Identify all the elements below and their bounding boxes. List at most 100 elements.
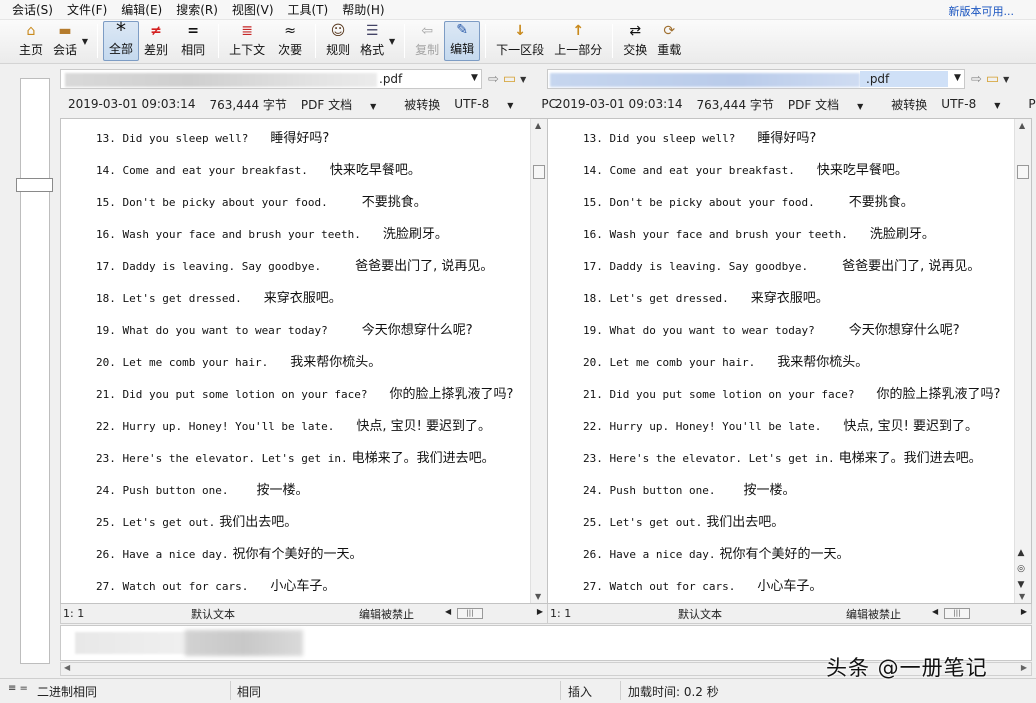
- reload-icon: ⟳: [663, 23, 676, 39]
- text-line: 26. Have a nice day. 祝你有个美好的一天。: [96, 547, 363, 562]
- right-state: 被转换: [891, 97, 928, 112]
- scroll-right-icon[interactable]: ▶: [537, 607, 543, 616]
- scroll-down-icon[interactable]: ▼: [1019, 592, 1025, 601]
- right-pane-status: 1: 1 默认文本 编辑被禁止 ◀ ||| ▶: [547, 604, 1032, 624]
- scroll-thumb[interactable]: |||: [944, 607, 970, 619]
- menu-view[interactable]: 视图(V): [232, 1, 274, 18]
- chevron-down-icon: ▼: [994, 101, 1001, 110]
- prev-section-button[interactable]: ↑ 上一部分: [549, 21, 607, 61]
- context-icon: ≣: [241, 23, 253, 39]
- open-folder-icon[interactable]: ▭: [986, 71, 999, 87]
- chevron-down-icon[interactable]: ▼: [82, 37, 88, 46]
- chevron-down-icon[interactable]: ▼: [389, 37, 395, 46]
- scroll-thumb[interactable]: [533, 165, 545, 179]
- text-line: 16. Wash your face and brush your teeth.…: [583, 227, 935, 242]
- left-state: 被转换: [404, 97, 441, 112]
- right-horizontal-scrollbar[interactable]: ◀ ||| ▶: [930, 607, 1031, 621]
- menu-search[interactable]: 搜索(R): [176, 1, 218, 18]
- current-diff-icon[interactable]: ◎: [1014, 561, 1028, 577]
- right-text-view[interactable]: 27. Watch out for cars. 小心车子。 26. Have a n…: [547, 118, 1032, 604]
- menu-session[interactable]: 会话(S): [12, 1, 53, 18]
- chevron-down-icon[interactable]: ▼: [954, 73, 961, 83]
- overview-strip: [0, 64, 60, 680]
- left-path-field[interactable]: .pdf ▼: [60, 69, 482, 89]
- scroll-right-icon[interactable]: ▶: [1021, 607, 1027, 616]
- new-version-link[interactable]: 新版本可用...: [949, 3, 1015, 19]
- left-pane: .pdf ▼ ⇨ ▭ ▼ 2019-03-01 09:03:14 763,444…: [60, 64, 557, 624]
- chevron-down-icon: ▼: [507, 101, 514, 110]
- right-file-info: 2019-03-01 09:03:14 763,444 字节 PDF 文档 ▼ 被…: [547, 94, 1036, 114]
- format-icon: ☰: [365, 23, 379, 39]
- briefcase-icon: ▬: [58, 23, 72, 39]
- show-same-button[interactable]: = 相同: [173, 21, 213, 61]
- swap-button[interactable]: ⇄ 交换: [618, 21, 652, 61]
- text-line: 15. Don't be picky about your food. 不要挑食。: [583, 195, 914, 210]
- approx-icon: ≈: [284, 23, 296, 39]
- right-lineend[interactable]: PC: [1028, 97, 1036, 111]
- text-line: 24. Push button one. 按一楼。: [583, 483, 796, 498]
- text-line: 20. Let me comb your hair. 我来帮你梳头。: [583, 355, 869, 370]
- open-folder-icon[interactable]: ▭: [503, 71, 516, 87]
- scroll-left-icon[interactable]: ◀: [64, 663, 70, 672]
- prev-diff-icon[interactable]: ▼: [1014, 577, 1028, 593]
- next-section-button[interactable]: ↓ 下一区段: [491, 21, 549, 61]
- scroll-thumb[interactable]: |||: [457, 607, 483, 619]
- status-loadtime: 加载时间: 0.2 秒: [628, 685, 719, 699]
- scroll-thumb[interactable]: [1017, 165, 1029, 179]
- left-horizontal-scrollbar[interactable]: ◀ ||| ▶: [443, 607, 547, 621]
- left-text-view[interactable]: 27. Watch out for cars. 小心车子。 26. Have a n…: [60, 118, 548, 604]
- chevron-down-icon[interactable]: ▼: [1003, 75, 1009, 84]
- history-arrow-icon[interactable]: ⇨: [488, 72, 499, 87]
- status-same: 相同: [237, 685, 262, 699]
- right-encoding[interactable]: UTF-8 ▼: [941, 97, 1014, 111]
- rules-button[interactable]: ☺ 规则: [321, 21, 355, 61]
- edit-button[interactable]: ✎ 编辑: [444, 21, 481, 61]
- chevron-down-icon[interactable]: ▼: [471, 73, 478, 83]
- text-line: 27. Watch out for cars. 小心车子。: [583, 579, 823, 594]
- format-button[interactable]: ☰ 格式 ▼: [355, 21, 395, 61]
- home-button[interactable]: ⌂ 主页: [14, 21, 48, 61]
- show-all-button[interactable]: * 全部: [103, 20, 140, 61]
- left-pane-status: 1: 1 默认文本 编辑被禁止 ◀ ||| ▶: [60, 604, 548, 624]
- session-button[interactable]: ▬ 会话 ▼: [48, 21, 88, 61]
- right-date: 2019-03-01 09:03:14: [555, 97, 683, 111]
- scroll-left-icon[interactable]: ◀: [932, 607, 938, 616]
- copy-button[interactable]: ⇦ 复制: [410, 21, 444, 61]
- right-vertical-scrollbar[interactable]: ▲ ▼: [1014, 119, 1031, 603]
- text-line: 26. Have a nice day. 祝你有个美好的一天。: [583, 547, 850, 562]
- left-vertical-scrollbar[interactable]: ▲ ▼: [530, 119, 547, 603]
- not-equal-icon: ≠: [150, 23, 162, 39]
- show-diff-button[interactable]: ≠ 差别: [139, 21, 173, 61]
- next-diff-icon[interactable]: ▲: [1014, 545, 1028, 561]
- overview-thumb[interactable]: [16, 178, 53, 192]
- overview-map[interactable]: [20, 78, 50, 664]
- left-size: 763,444 字节: [209, 97, 287, 112]
- right-path-field[interactable]: .pdf ▼: [547, 69, 965, 89]
- scroll-right-icon[interactable]: ▶: [1021, 663, 1027, 672]
- menu-file[interactable]: 文件(F): [67, 1, 107, 18]
- left-format[interactable]: PDF 文档 ▼: [301, 96, 390, 113]
- right-path-suffix: .pdf: [866, 72, 890, 86]
- scroll-up-icon[interactable]: ▲: [535, 121, 541, 130]
- menu-tools[interactable]: 工具(T): [288, 1, 329, 18]
- scroll-down-icon[interactable]: ▼: [535, 592, 541, 601]
- text-line: 17. Daddy is leaving. Say goodbye. 爸爸要出门了…: [96, 259, 494, 274]
- chevron-down-icon[interactable]: ▼: [520, 75, 526, 84]
- minor-button[interactable]: ≈ 次要: [270, 21, 310, 61]
- text-line: 22. Hurry up. Honey! You'll be late. 快点, …: [583, 419, 979, 434]
- history-arrow-icon[interactable]: ⇨: [971, 72, 982, 87]
- left-path-suffix: .pdf: [379, 72, 403, 86]
- left-encoding[interactable]: UTF-8 ▼: [454, 97, 527, 111]
- menu-help[interactable]: 帮助(H): [342, 1, 384, 18]
- text-line: 14. Come and eat your breakfast. 快来吃早餐吧。: [583, 163, 908, 178]
- context-button[interactable]: ≣ 上下文: [224, 21, 270, 61]
- right-format[interactable]: PDF 文档 ▼: [788, 96, 877, 113]
- text-line: 24. Push button one. 按一楼。: [96, 483, 309, 498]
- text-line: 21. Did you put some lotion on your face…: [583, 387, 1001, 402]
- scroll-up-icon[interactable]: ▲: [1019, 121, 1025, 130]
- reload-button[interactable]: ⟳ 重载: [652, 21, 686, 61]
- text-line: 20. Let me comb your hair. 我来帮你梳头。: [96, 355, 382, 370]
- menu-edit[interactable]: 编辑(E): [121, 1, 162, 18]
- text-line: 23. Here's the elevator. Let's get in. 电梯…: [96, 451, 495, 466]
- scroll-left-icon[interactable]: ◀: [445, 607, 451, 616]
